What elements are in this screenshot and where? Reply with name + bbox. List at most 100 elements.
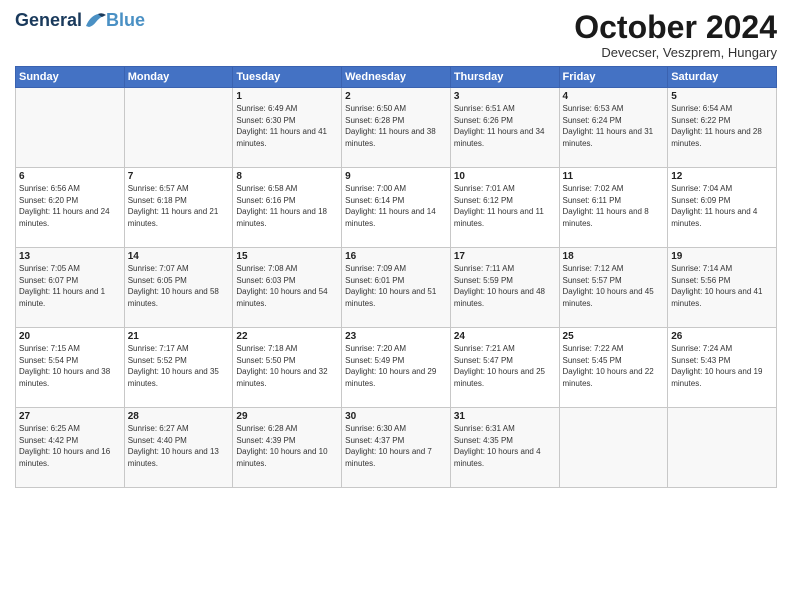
day-info: Sunrise: 7:04 AM Sunset: 6:09 PM Dayligh… [671, 183, 773, 229]
day-info: Sunrise: 6:25 AM Sunset: 4:42 PM Dayligh… [19, 423, 121, 469]
calendar-cell: 22Sunrise: 7:18 AM Sunset: 5:50 PM Dayli… [233, 328, 342, 408]
day-number: 1 [236, 91, 338, 102]
calendar-cell: 12Sunrise: 7:04 AM Sunset: 6:09 PM Dayli… [668, 168, 777, 248]
calendar-cell: 29Sunrise: 6:28 AM Sunset: 4:39 PM Dayli… [233, 408, 342, 488]
header-monday: Monday [124, 67, 233, 88]
day-number: 19 [671, 251, 773, 262]
calendar-cell: 3Sunrise: 6:51 AM Sunset: 6:26 PM Daylig… [450, 88, 559, 168]
day-info: Sunrise: 7:18 AM Sunset: 5:50 PM Dayligh… [236, 343, 338, 389]
day-info: Sunrise: 7:14 AM Sunset: 5:56 PM Dayligh… [671, 263, 773, 309]
day-info: Sunrise: 7:15 AM Sunset: 5:54 PM Dayligh… [19, 343, 121, 389]
calendar-cell: 20Sunrise: 7:15 AM Sunset: 5:54 PM Dayli… [16, 328, 125, 408]
header-saturday: Saturday [668, 67, 777, 88]
calendar-cell [668, 408, 777, 488]
day-number: 11 [563, 171, 665, 182]
day-number: 18 [563, 251, 665, 262]
day-info: Sunrise: 6:58 AM Sunset: 6:16 PM Dayligh… [236, 183, 338, 229]
day-info: Sunrise: 6:53 AM Sunset: 6:24 PM Dayligh… [563, 103, 665, 149]
calendar-cell: 24Sunrise: 7:21 AM Sunset: 5:47 PM Dayli… [450, 328, 559, 408]
calendar-cell: 28Sunrise: 6:27 AM Sunset: 4:40 PM Dayli… [124, 408, 233, 488]
calendar-cell: 7Sunrise: 6:57 AM Sunset: 6:18 PM Daylig… [124, 168, 233, 248]
calendar-cell: 26Sunrise: 7:24 AM Sunset: 5:43 PM Dayli… [668, 328, 777, 408]
day-number: 12 [671, 171, 773, 182]
day-number: 20 [19, 331, 121, 342]
page: General Blue October 2024 Devecser, Vesz… [0, 0, 792, 612]
day-info: Sunrise: 7:12 AM Sunset: 5:57 PM Dayligh… [563, 263, 665, 309]
day-info: Sunrise: 7:07 AM Sunset: 6:05 PM Dayligh… [128, 263, 230, 309]
day-info: Sunrise: 7:02 AM Sunset: 6:11 PM Dayligh… [563, 183, 665, 229]
day-info: Sunrise: 7:08 AM Sunset: 6:03 PM Dayligh… [236, 263, 338, 309]
day-info: Sunrise: 6:30 AM Sunset: 4:37 PM Dayligh… [345, 423, 447, 469]
month-title: October 2024 [574, 10, 777, 45]
day-info: Sunrise: 7:09 AM Sunset: 6:01 PM Dayligh… [345, 263, 447, 309]
calendar-cell: 21Sunrise: 7:17 AM Sunset: 5:52 PM Dayli… [124, 328, 233, 408]
title-section: October 2024 Devecser, Veszprem, Hungary [574, 10, 777, 60]
calendar-cell: 11Sunrise: 7:02 AM Sunset: 6:11 PM Dayli… [559, 168, 668, 248]
day-info: Sunrise: 7:21 AM Sunset: 5:47 PM Dayligh… [454, 343, 556, 389]
day-number: 29 [236, 411, 338, 422]
day-number: 7 [128, 171, 230, 182]
calendar-cell: 16Sunrise: 7:09 AM Sunset: 6:01 PM Dayli… [342, 248, 451, 328]
calendar-cell: 13Sunrise: 7:05 AM Sunset: 6:07 PM Dayli… [16, 248, 125, 328]
calendar-cell: 2Sunrise: 6:50 AM Sunset: 6:28 PM Daylig… [342, 88, 451, 168]
calendar-week-row: 27Sunrise: 6:25 AM Sunset: 4:42 PM Dayli… [16, 408, 777, 488]
day-number: 5 [671, 91, 773, 102]
day-info: Sunrise: 6:57 AM Sunset: 6:18 PM Dayligh… [128, 183, 230, 229]
calendar-cell [124, 88, 233, 168]
day-number: 6 [19, 171, 121, 182]
day-number: 3 [454, 91, 556, 102]
calendar-cell: 5Sunrise: 6:54 AM Sunset: 6:22 PM Daylig… [668, 88, 777, 168]
calendar-cell: 18Sunrise: 7:12 AM Sunset: 5:57 PM Dayli… [559, 248, 668, 328]
calendar-cell: 23Sunrise: 7:20 AM Sunset: 5:49 PM Dayli… [342, 328, 451, 408]
header-friday: Friday [559, 67, 668, 88]
header-sunday: Sunday [16, 67, 125, 88]
logo-blue: Blue [106, 10, 145, 31]
day-number: 17 [454, 251, 556, 262]
day-info: Sunrise: 7:00 AM Sunset: 6:14 PM Dayligh… [345, 183, 447, 229]
day-number: 13 [19, 251, 121, 262]
header-wednesday: Wednesday [342, 67, 451, 88]
day-number: 16 [345, 251, 447, 262]
day-info: Sunrise: 6:54 AM Sunset: 6:22 PM Dayligh… [671, 103, 773, 149]
logo: General Blue [15, 10, 145, 31]
day-info: Sunrise: 7:01 AM Sunset: 6:12 PM Dayligh… [454, 183, 556, 229]
calendar-cell [559, 408, 668, 488]
day-info: Sunrise: 6:49 AM Sunset: 6:30 PM Dayligh… [236, 103, 338, 149]
calendar-cell: 15Sunrise: 7:08 AM Sunset: 6:03 PM Dayli… [233, 248, 342, 328]
day-number: 14 [128, 251, 230, 262]
calendar-cell: 10Sunrise: 7:01 AM Sunset: 6:12 PM Dayli… [450, 168, 559, 248]
calendar-cell: 14Sunrise: 7:07 AM Sunset: 6:05 PM Dayli… [124, 248, 233, 328]
calendar-cell: 4Sunrise: 6:53 AM Sunset: 6:24 PM Daylig… [559, 88, 668, 168]
calendar-cell: 31Sunrise: 6:31 AM Sunset: 4:35 PM Dayli… [450, 408, 559, 488]
day-info: Sunrise: 6:56 AM Sunset: 6:20 PM Dayligh… [19, 183, 121, 229]
calendar-cell: 9Sunrise: 7:00 AM Sunset: 6:14 PM Daylig… [342, 168, 451, 248]
calendar-cell: 8Sunrise: 6:58 AM Sunset: 6:16 PM Daylig… [233, 168, 342, 248]
calendar-cell: 1Sunrise: 6:49 AM Sunset: 6:30 PM Daylig… [233, 88, 342, 168]
day-number: 8 [236, 171, 338, 182]
calendar-cell: 27Sunrise: 6:25 AM Sunset: 4:42 PM Dayli… [16, 408, 125, 488]
day-number: 28 [128, 411, 230, 422]
day-number: 30 [345, 411, 447, 422]
calendar-header-row: SundayMondayTuesdayWednesdayThursdayFrid… [16, 67, 777, 88]
day-number: 4 [563, 91, 665, 102]
calendar-week-row: 13Sunrise: 7:05 AM Sunset: 6:07 PM Dayli… [16, 248, 777, 328]
day-number: 15 [236, 251, 338, 262]
day-number: 21 [128, 331, 230, 342]
day-number: 23 [345, 331, 447, 342]
calendar-week-row: 1Sunrise: 6:49 AM Sunset: 6:30 PM Daylig… [16, 88, 777, 168]
day-number: 27 [19, 411, 121, 422]
calendar-table: SundayMondayTuesdayWednesdayThursdayFrid… [15, 66, 777, 488]
day-info: Sunrise: 7:17 AM Sunset: 5:52 PM Dayligh… [128, 343, 230, 389]
logo-bird-icon [84, 12, 106, 30]
calendar-cell: 17Sunrise: 7:11 AM Sunset: 5:59 PM Dayli… [450, 248, 559, 328]
day-info: Sunrise: 7:20 AM Sunset: 5:49 PM Dayligh… [345, 343, 447, 389]
day-number: 26 [671, 331, 773, 342]
day-info: Sunrise: 7:24 AM Sunset: 5:43 PM Dayligh… [671, 343, 773, 389]
day-number: 10 [454, 171, 556, 182]
calendar-week-row: 20Sunrise: 7:15 AM Sunset: 5:54 PM Dayli… [16, 328, 777, 408]
day-number: 31 [454, 411, 556, 422]
logo-general: General [15, 10, 82, 31]
day-info: Sunrise: 7:11 AM Sunset: 5:59 PM Dayligh… [454, 263, 556, 309]
day-info: Sunrise: 7:22 AM Sunset: 5:45 PM Dayligh… [563, 343, 665, 389]
header-thursday: Thursday [450, 67, 559, 88]
